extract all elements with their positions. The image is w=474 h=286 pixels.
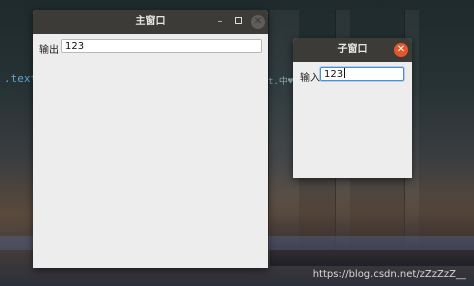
close-icon[interactable]: ✕ bbox=[251, 15, 265, 29]
text-caret bbox=[344, 68, 346, 78]
output-field[interactable]: 123 bbox=[61, 39, 262, 53]
watermark: https://blog.csdn.net/zZzZzZ__ bbox=[312, 269, 466, 280]
input-field-value: 123 bbox=[324, 69, 344, 80]
main-window: 主窗口 – ✕ 输出 123 bbox=[33, 10, 268, 268]
input-label: 输入 bbox=[300, 73, 320, 84]
main-window-titlebar[interactable]: 主窗口 – ✕ bbox=[33, 10, 268, 34]
background-skyline bbox=[270, 196, 474, 266]
input-field[interactable]: 123 bbox=[320, 67, 404, 81]
child-window: 子窗口 ✕ 输入 123 bbox=[293, 38, 412, 178]
output-label: 输出 bbox=[39, 45, 59, 56]
maximize-icon[interactable] bbox=[231, 15, 245, 29]
minimize-icon[interactable]: – bbox=[213, 15, 227, 29]
child-window-titlebar[interactable]: 子窗口 ✕ bbox=[293, 38, 412, 62]
close-icon[interactable]: ✕ bbox=[394, 43, 408, 57]
